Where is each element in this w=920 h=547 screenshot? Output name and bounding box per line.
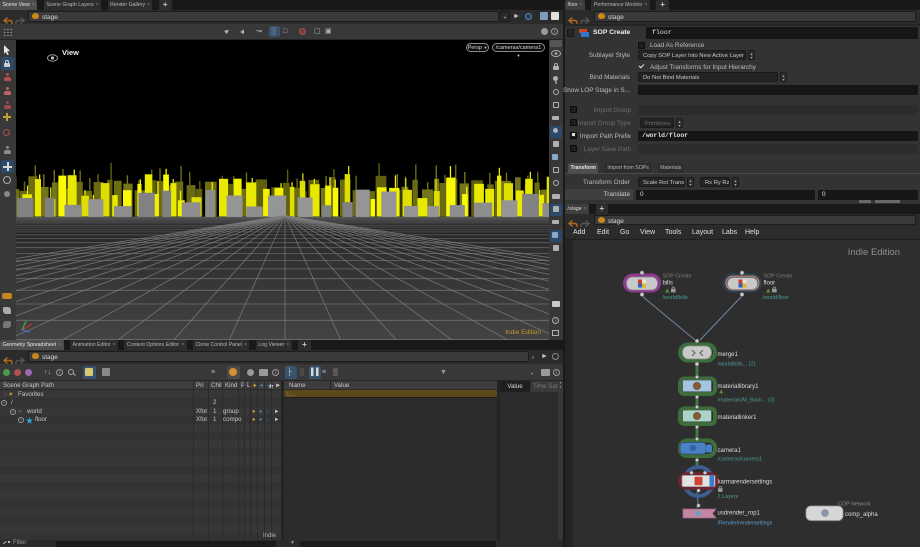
svg-text:floor: floor <box>764 281 776 287</box>
svg-text:/world/floor: /world/floor <box>763 295 790 301</box>
svg-text:SOP Create: SOP Create <box>764 274 793 280</box>
svg-text:Indie Edition: Indie Edition <box>848 247 900 258</box>
svg-text:materiallinker1: materiallinker1 <box>718 415 758 421</box>
svg-text:bills: bills <box>663 281 673 287</box>
svg-text:/world/bills... (2): /world/bills... (2) <box>718 362 756 368</box>
svg-text:SOP Create: SOP Create <box>663 274 692 280</box>
svg-text:COP Network: COP Network <box>838 502 871 508</box>
svg-text:/world/bills: /world/bills <box>663 295 688 301</box>
svg-text:/materials/M_Back... (3): /materials/M_Back... (3) <box>718 398 775 404</box>
svg-text:/cameras/camera1: /cameras/camera1 <box>718 457 763 463</box>
svg-text:usdrender_rop1: usdrender_rop1 <box>718 511 761 517</box>
svg-text:2 Layers: 2 Layers <box>718 494 739 500</box>
svg-text:/Render/rendersettings: /Render/rendersettings <box>718 521 773 527</box>
svg-text:merge1: merge1 <box>718 352 739 358</box>
svg-text:Indie Edition: Indie Edition <box>505 329 541 336</box>
svg-text:comp_alpha: comp_alpha <box>845 512 878 518</box>
svg-text:camera1: camera1 <box>718 448 742 454</box>
svg-text:materiallibrary1: materiallibrary1 <box>718 384 760 390</box>
svg-text:karmarendersettings: karmarendersettings <box>718 480 773 486</box>
